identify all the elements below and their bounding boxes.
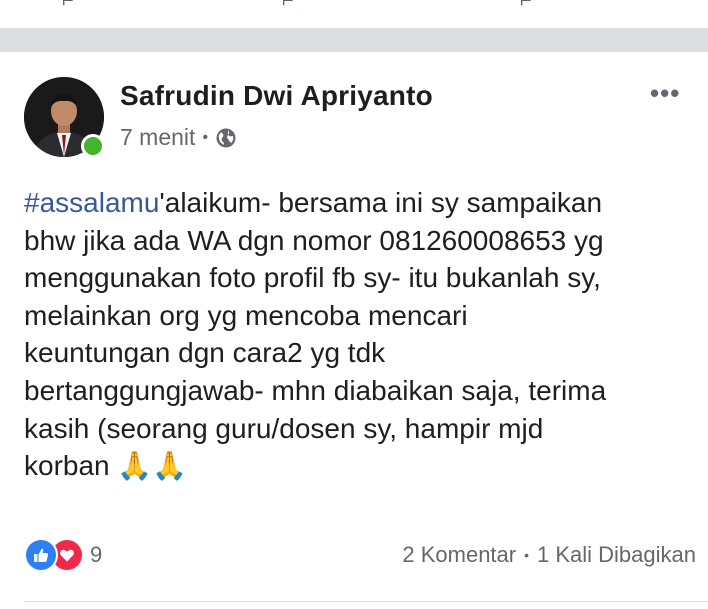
like-icon bbox=[24, 538, 58, 572]
comments-count-link[interactable]: 2 Komentar bbox=[402, 542, 516, 568]
post-body: #assalamu'alaikum- bersama ini sy sampai… bbox=[24, 184, 704, 485]
more-options-icon[interactable]: ••• bbox=[650, 78, 680, 109]
post-timestamp[interactable]: 7 menit bbox=[120, 124, 195, 151]
previous-post-footer: ⌐ ⌐ ⌐ bbox=[0, 0, 708, 28]
stats-separator: • bbox=[524, 547, 530, 563]
feed-post: Safrudin Dwi Apriyanto 7 menit • ••• #as… bbox=[0, 52, 708, 609]
cut-off-icon: ⌐ bbox=[282, 0, 294, 12]
praying-hands-emoji: 🙏🙏 bbox=[117, 450, 188, 482]
feed-separator bbox=[0, 28, 708, 52]
online-status-indicator bbox=[81, 134, 105, 158]
cut-off-icon: ⌐ bbox=[62, 0, 74, 12]
post-footer-divider bbox=[24, 601, 708, 602]
post-body-text: 'alaikum- bersama ini sy sampaikan bhw j… bbox=[24, 187, 607, 482]
reaction-count: 9 bbox=[90, 542, 103, 567]
post-meta: 7 menit • bbox=[120, 124, 237, 151]
cut-off-icon: ⌐ bbox=[520, 0, 532, 12]
author-avatar[interactable] bbox=[24, 77, 105, 158]
reactions-summary[interactable]: 9 bbox=[24, 538, 102, 572]
engagement-stats: 2 Komentar • 1 Kali Dibagikan bbox=[402, 542, 696, 568]
author-name[interactable]: Safrudin Dwi Apriyanto bbox=[120, 80, 433, 112]
hashtag-link[interactable]: #assalamu bbox=[24, 187, 159, 218]
shares-count-link[interactable]: 1 Kali Dibagikan bbox=[537, 542, 696, 568]
meta-separator: • bbox=[202, 128, 209, 146]
globe-icon bbox=[215, 127, 237, 149]
